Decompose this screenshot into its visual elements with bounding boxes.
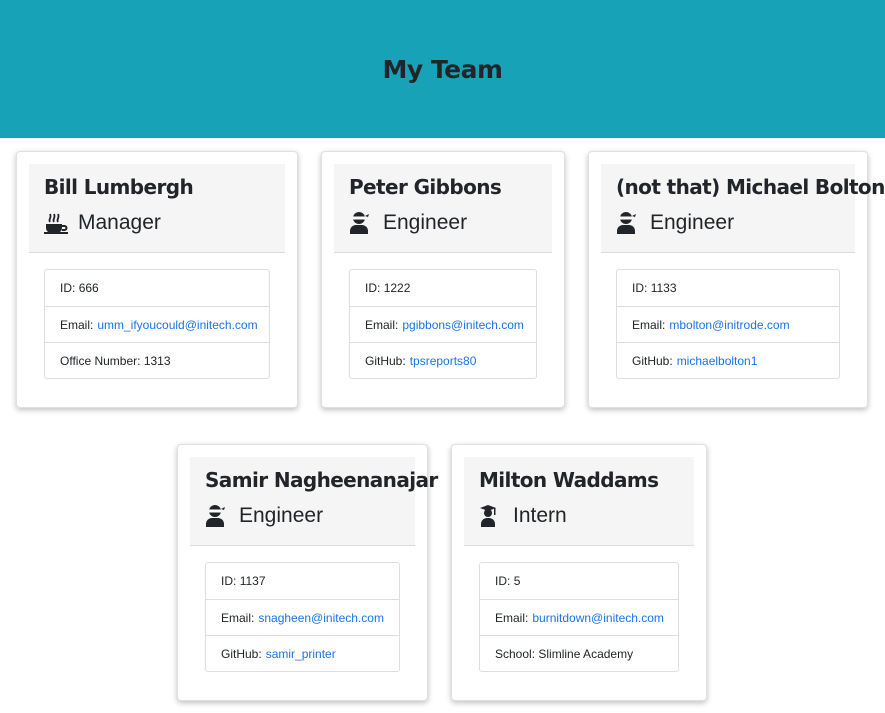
card-header: Milton Waddams Intern: [464, 457, 694, 546]
employee-details: ID: 1137 Email: snagheen@initech.com Git…: [205, 562, 400, 672]
user-ninja-icon: [205, 505, 231, 527]
employee-card: Milton Waddams Intern ID: 5 Email: burni…: [451, 444, 707, 701]
employee-school: School: Slimline Academy: [480, 635, 678, 671]
employee-id: ID: 5: [495, 574, 521, 588]
employee-name: Bill Lumbergh: [44, 175, 194, 199]
employee-id: ID: 666: [60, 281, 99, 295]
employee-details: ID: 666 Email: umm_ifyoucould@initech.co…: [44, 269, 270, 379]
employee-role: Engineer: [205, 503, 400, 529]
employee-name: (not that) Michael Bolton: [616, 175, 885, 199]
employee-role: Intern: [479, 503, 679, 529]
employee-card: (not that) Michael Bolton Engineer ID: 1…: [588, 151, 885, 408]
employee-role: Engineer: [616, 210, 840, 236]
employee-role: Manager: [44, 210, 270, 236]
email-link[interactable]: burnitdown@initech.com: [532, 611, 664, 625]
card-header: Bill Lumbergh Manager: [29, 164, 285, 253]
employee-github: GitHub: michaelbolton1: [617, 342, 839, 378]
card-header: Samir Nagheenanajar Engineer: [190, 457, 438, 546]
email-link[interactable]: umm_ifyoucould@initech.com: [97, 318, 257, 332]
employee-role-label: Engineer: [383, 211, 468, 234]
employee-card: Samir Nagheenanajar Engineer ID: 1137 Em…: [177, 444, 438, 701]
employee-email: Email: pgibbons@initech.com: [350, 306, 536, 342]
employee-github: GitHub: tpsreports80: [350, 342, 536, 378]
github-link[interactable]: samir_printer: [266, 647, 336, 661]
employee-details: ID: 1133 Email: mbolton@initrode.com Git…: [616, 269, 840, 379]
employee-name: Samir Nagheenanajar: [205, 468, 438, 492]
employee-office-number: Office Number: 1313: [45, 342, 269, 378]
employee-id: ID: 1137: [221, 574, 266, 588]
employee-role-label: Manager: [78, 211, 161, 234]
employee-details: ID: 1222 Email: pgibbons@initech.com Git…: [349, 269, 537, 379]
user-ninja-icon: [616, 212, 642, 234]
github-link[interactable]: michaelbolton1: [677, 354, 758, 368]
card-header: Peter Gibbons Engineer: [334, 164, 552, 253]
page-title: My Team: [382, 54, 504, 84]
employee-role: Engineer: [349, 210, 537, 236]
employee-card: Bill Lumbergh Manager ID: 666 Email: umm…: [16, 151, 298, 408]
employee-email: Email: umm_ifyoucould@initech.com: [45, 306, 269, 342]
employee-email: Email: snagheen@initech.com: [206, 599, 399, 635]
email-link[interactable]: snagheen@initech.com: [258, 611, 384, 625]
employee-name: Milton Waddams: [479, 468, 659, 492]
user-ninja-icon: [349, 212, 375, 234]
employee-name: Peter Gibbons: [349, 175, 502, 199]
employee-id: ID: 1222: [365, 281, 411, 295]
email-link[interactable]: mbolton@initrode.com: [669, 318, 789, 332]
employee-email: Email: burnitdown@initech.com: [480, 599, 678, 635]
employee-role-label: Engineer: [650, 211, 735, 234]
email-link[interactable]: pgibbons@initech.com: [402, 318, 524, 332]
user-graduate-icon: [479, 505, 505, 527]
employee-id: ID: 1133: [632, 281, 677, 295]
employee-role-label: Intern: [513, 504, 567, 527]
employee-github: GitHub: samir_printer: [206, 635, 399, 671]
card-header: (not that) Michael Bolton Engineer: [601, 164, 885, 253]
employee-email: Email: mbolton@initrode.com: [617, 306, 839, 342]
page-header: My Team: [0, 0, 885, 138]
employee-details: ID: 5 Email: burnitdown@initech.com Scho…: [479, 562, 679, 672]
employee-card: Peter Gibbons Engineer ID: 1222 Email: p…: [321, 151, 565, 408]
github-link[interactable]: tpsreports80: [410, 354, 477, 368]
mug-hot-icon: [44, 212, 70, 234]
employee-role-label: Engineer: [239, 504, 324, 527]
